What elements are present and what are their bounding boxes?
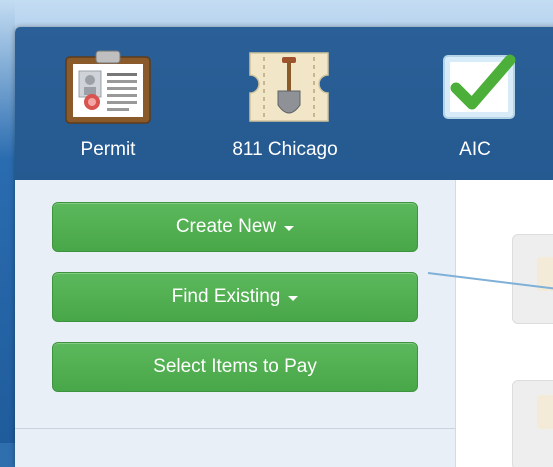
nav-item-811-chicago[interactable]: 811 Chicago — [220, 27, 350, 180]
nav-item-permit[interactable]: Permit — [58, 27, 158, 180]
sidebar: Create New Find Existing Select Items to… — [15, 180, 456, 467]
create-new-label: Create New — [175, 216, 277, 237]
top-nav-bar: Permit 811 Chicago AIC — [15, 27, 553, 180]
nav-item-aic[interactable]: AIC — [425, 27, 525, 180]
content-card[interactable] — [512, 380, 553, 467]
sidebar-divider — [15, 428, 455, 429]
content-card[interactable] — [512, 234, 553, 324]
caret-down-icon — [288, 296, 299, 301]
nav-label-aic: AIC — [459, 139, 491, 160]
clipboard-permit-icon — [65, 50, 151, 124]
desktop-edge — [0, 0, 15, 443]
nav-label-permit: Permit — [80, 139, 136, 160]
app-window: Permit 811 Chicago AIC Create New Find E… — [15, 27, 553, 467]
shovel-ticket-icon — [249, 52, 329, 122]
find-existing-button[interactable]: Find Existing — [52, 272, 418, 322]
card-icon-peek — [537, 395, 553, 429]
nav-label-811-chicago: 811 Chicago — [232, 139, 338, 160]
create-new-button[interactable]: Create New — [52, 202, 418, 252]
main-content — [456, 180, 553, 467]
find-existing-label: Find Existing — [171, 286, 281, 307]
select-items-label: Select Items to Pay — [153, 356, 317, 377]
caret-down-icon — [284, 226, 295, 231]
green-checkbox-icon — [443, 54, 516, 119]
select-items-to-pay-button[interactable]: Select Items to Pay — [52, 342, 418, 392]
